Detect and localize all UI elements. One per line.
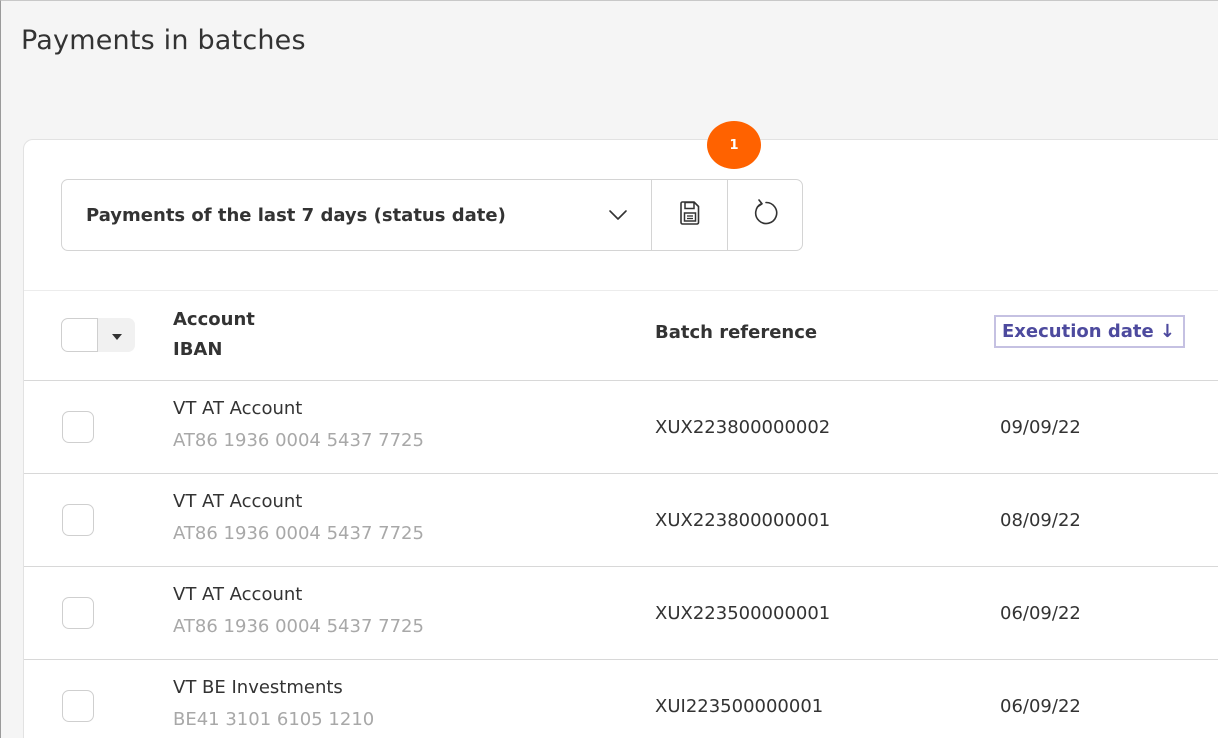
row-checkbox[interactable] <box>62 597 94 629</box>
table-row[interactable]: VT AT Account AT86 1936 0004 5437 7725 X… <box>24 567 1218 660</box>
floppy-disk-icon <box>679 200 701 230</box>
account-iban: AT86 1936 0004 5437 7725 <box>173 616 424 637</box>
page-title: Payments in batches <box>21 25 306 56</box>
reset-filter-button[interactable] <box>727 180 802 250</box>
account-name: VT BE Investments <box>173 677 343 698</box>
batch-reference: XUX223800000002 <box>655 417 831 438</box>
saved-filter-label: Payments of the last 7 days (status date… <box>86 204 506 226</box>
select-all-checkbox[interactable] <box>61 318 98 352</box>
column-header-account-label: Account <box>173 309 255 330</box>
table-row[interactable]: VT AT Account AT86 1936 0004 5437 7725 X… <box>24 474 1218 567</box>
execution-date: 06/09/22 <box>1000 603 1081 624</box>
column-header-batch-reference: Batch reference <box>655 322 818 343</box>
caret-down-icon <box>111 326 123 345</box>
table-row[interactable]: VT BE Investments BE41 3101 6105 1210 XU… <box>24 660 1218 738</box>
execution-date: 09/09/22 <box>1000 417 1081 438</box>
save-filter-button[interactable] <box>652 180 727 250</box>
batch-reference: XUX223500000001 <box>655 603 831 624</box>
row-checkbox[interactable] <box>62 411 94 443</box>
row-checkbox[interactable] <box>62 690 94 722</box>
row-checkbox[interactable] <box>62 504 94 536</box>
account-name: VT AT Account <box>173 491 303 512</box>
table-row[interactable]: VT AT Account AT86 1936 0004 5437 7725 X… <box>24 381 1218 474</box>
account-iban: AT86 1936 0004 5437 7725 <box>173 523 424 544</box>
account-iban: AT86 1936 0004 5437 7725 <box>173 430 424 451</box>
payments-page: Payments in batches Payments of the last… <box>0 0 1218 738</box>
filter-toolbar: Payments of the last 7 days (status date… <box>61 179 803 251</box>
column-header-account: Account IBAN <box>173 305 255 365</box>
batch-reference: XUX223800000001 <box>655 510 831 531</box>
column-header-iban-label: IBAN <box>173 339 223 360</box>
notification-badge: 1 <box>707 121 761 169</box>
execution-date: 06/09/22 <box>1000 696 1081 717</box>
account-name: VT AT Account <box>173 584 303 605</box>
column-header-execution-date-sort[interactable]: Execution date ↓ <box>994 315 1186 348</box>
chevron-down-icon <box>607 204 629 226</box>
select-all-control <box>61 318 135 352</box>
batch-reference: XUI223500000001 <box>655 696 824 717</box>
select-all-menu-button[interactable] <box>98 318 135 352</box>
reset-icon <box>750 198 780 232</box>
table-header: Account IBAN Batch reference Execution d… <box>24 291 1218 381</box>
account-iban: BE41 3101 6105 1210 <box>173 709 375 730</box>
account-name: VT AT Account <box>173 398 303 419</box>
execution-date: 08/09/22 <box>1000 510 1081 531</box>
saved-filter-dropdown[interactable]: Payments of the last 7 days (status date… <box>62 180 652 250</box>
